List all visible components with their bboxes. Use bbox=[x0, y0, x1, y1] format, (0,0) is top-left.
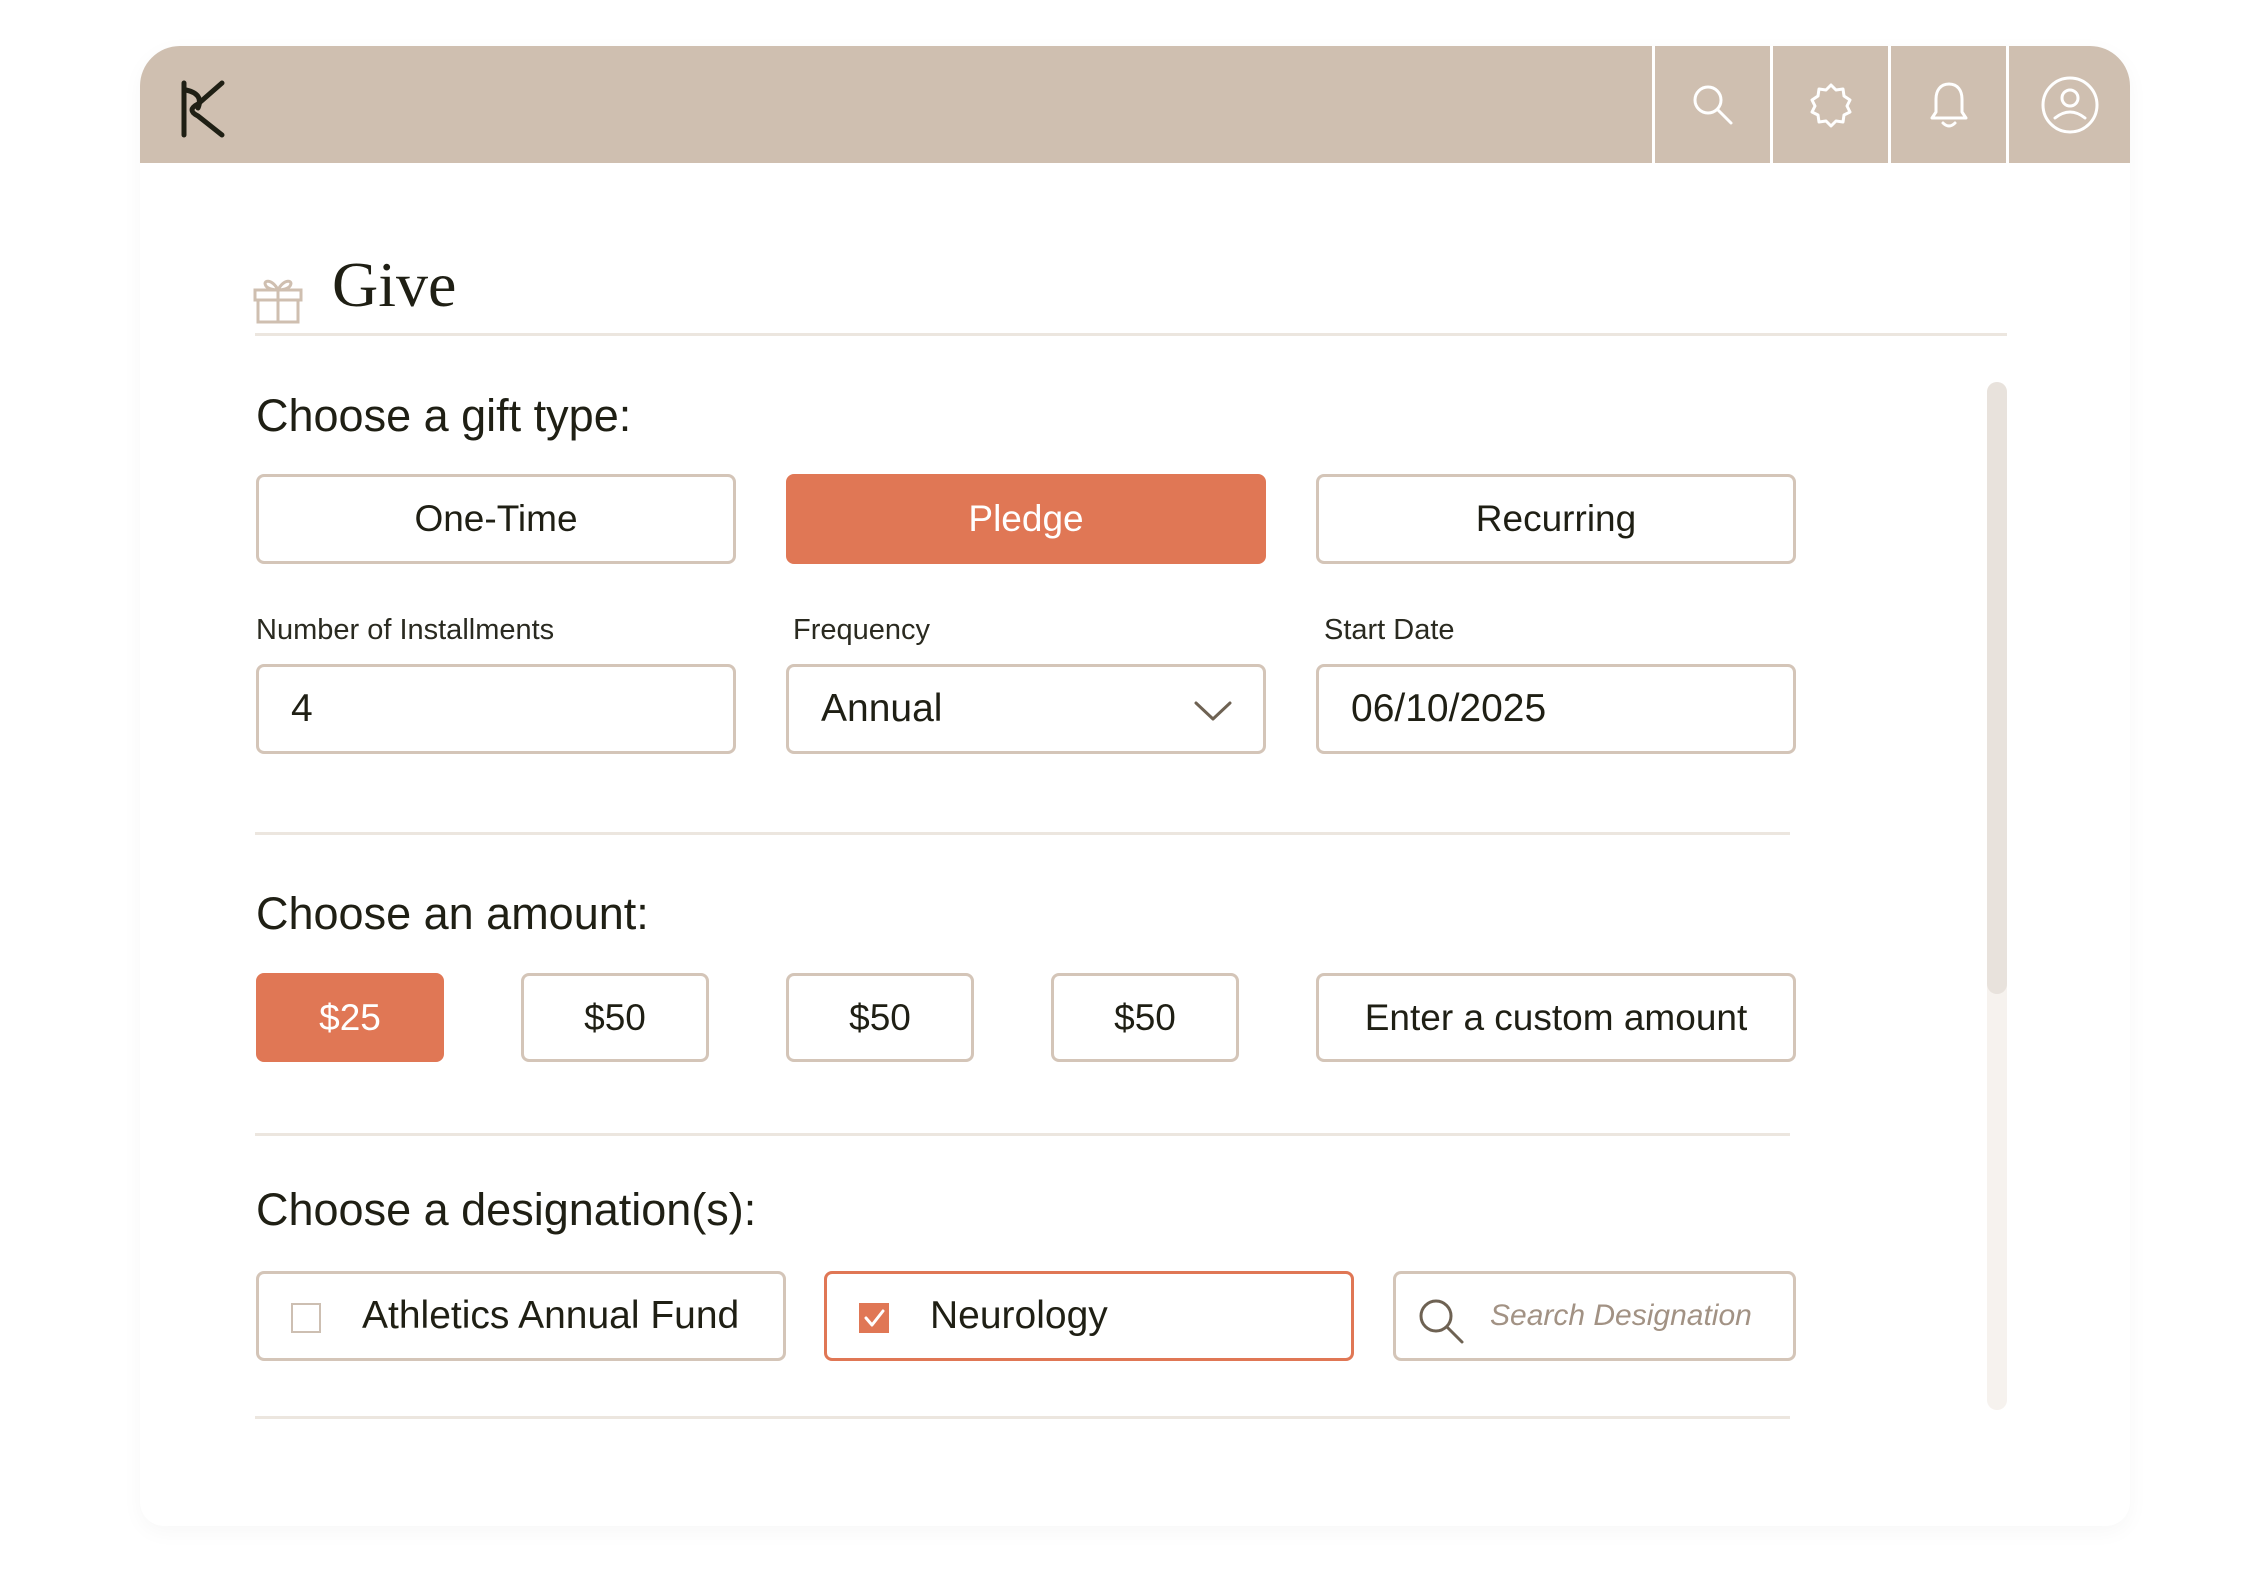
search-button[interactable] bbox=[1652, 46, 1770, 163]
search-icon bbox=[1419, 1299, 1464, 1344]
frequency-label: Frequency bbox=[793, 614, 931, 646]
chevron-down-icon bbox=[1194, 701, 1232, 721]
installments-input[interactable]: 4 bbox=[256, 664, 736, 754]
checkbox-checked[interactable] bbox=[859, 1303, 889, 1333]
checkmark-icon bbox=[864, 1309, 885, 1327]
installments-value: 4 bbox=[291, 687, 313, 730]
gift-type-one-time-button[interactable]: One-Time bbox=[256, 474, 736, 564]
title-divider bbox=[255, 333, 2007, 336]
designation-neurology[interactable]: Neurology bbox=[824, 1271, 1354, 1361]
designation-divider bbox=[255, 1416, 1790, 1419]
search-designation-placeholder: Search Designation bbox=[1490, 1299, 1752, 1332]
installments-label: Number of Installments bbox=[256, 614, 555, 646]
vertical-scrollbar[interactable] bbox=[1987, 382, 2007, 1410]
bell-icon bbox=[1930, 82, 1967, 127]
gift-type-heading: Choose a gift type: bbox=[256, 390, 632, 441]
frequency-select[interactable]: Annual bbox=[786, 664, 1266, 754]
gift-type-pledge-button[interactable]: Pledge bbox=[786, 474, 1266, 564]
checkbox-unchecked[interactable] bbox=[291, 1303, 321, 1333]
start-date-input[interactable]: 06/10/2025 bbox=[1316, 664, 1796, 754]
search-icon bbox=[1693, 85, 1732, 124]
page-title: Give bbox=[332, 249, 457, 320]
amount-option-50-c[interactable]: $50 bbox=[1051, 973, 1239, 1062]
amount-divider bbox=[255, 1133, 1790, 1136]
start-date-value: 06/10/2025 bbox=[1351, 687, 1547, 730]
amount-heading: Choose an amount: bbox=[256, 888, 649, 939]
k-logo-icon[interactable] bbox=[178, 80, 230, 138]
gift-icon bbox=[253, 279, 303, 324]
amount-option-50-a[interactable]: $50 bbox=[521, 973, 709, 1062]
profile-button[interactable] bbox=[2006, 46, 2130, 163]
designation-label: Athletics Annual Fund bbox=[362, 1294, 740, 1337]
notifications-button[interactable] bbox=[1888, 46, 2006, 163]
gift-type-recurring-button[interactable]: Recurring bbox=[1316, 474, 1796, 564]
start-date-label: Start Date bbox=[1324, 614, 1455, 646]
amount-option-50-b[interactable]: $50 bbox=[786, 973, 974, 1062]
frequency-value: Annual bbox=[821, 687, 943, 730]
scrollbar-thumb[interactable] bbox=[1987, 382, 2007, 994]
gear-icon bbox=[1810, 83, 1851, 127]
designation-heading: Choose a designation(s): bbox=[256, 1184, 757, 1235]
designation-search-input[interactable]: Search Designation bbox=[1393, 1271, 1796, 1361]
custom-amount-button[interactable]: Enter a custom amount bbox=[1316, 973, 1796, 1062]
amount-option-25[interactable]: $25 bbox=[256, 973, 444, 1062]
top-bar bbox=[140, 46, 2130, 163]
designation-athletics-annual-fund[interactable]: Athletics Annual Fund bbox=[256, 1271, 786, 1361]
app-window: Give Choose a gift type: One-Time Pledge… bbox=[140, 46, 2130, 1526]
settings-button[interactable] bbox=[1770, 46, 1888, 163]
pledge-divider bbox=[255, 832, 1790, 835]
designation-label: Neurology bbox=[930, 1294, 1108, 1337]
user-avatar-icon bbox=[2041, 76, 2098, 133]
